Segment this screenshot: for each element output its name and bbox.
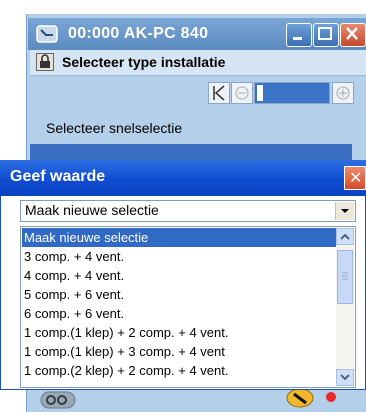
list-item[interactable]: 6 comp. + 6 vent. xyxy=(22,304,337,323)
key-icon[interactable] xyxy=(40,390,76,410)
chevron-up-icon xyxy=(340,233,350,240)
list-item[interactable]: 4 comp. + 4 vent. xyxy=(22,266,337,285)
chevron-down-icon xyxy=(340,374,350,381)
dropdown-value: Maak nieuwe selectie xyxy=(25,202,159,218)
background-window-titlebar[interactable]: 00:000 AK-PC 840 xyxy=(28,18,366,50)
dialog-title: Geef waarde xyxy=(10,168,106,185)
position-track[interactable] xyxy=(254,82,330,104)
minimize-icon xyxy=(293,37,302,40)
previous-button[interactable] xyxy=(231,82,253,104)
chevron-down-icon xyxy=(341,209,349,213)
first-button[interactable] xyxy=(208,82,230,104)
scroll-thumb[interactable] xyxy=(337,250,353,304)
close-button[interactable] xyxy=(340,23,366,47)
dropdown-arrow-button[interactable] xyxy=(335,202,354,220)
header-title: Selecteer type installatie xyxy=(62,54,226,70)
maximize-button[interactable] xyxy=(313,23,339,47)
maximize-icon xyxy=(318,27,332,40)
position-thumb[interactable] xyxy=(257,85,263,101)
value-dropdown[interactable]: Maak nieuwe selectie xyxy=(20,200,356,222)
previous-icon xyxy=(235,86,249,100)
lock-icon xyxy=(40,54,50,68)
window-title: 00:000 AK-PC 840 xyxy=(68,25,209,42)
wrench-icon[interactable] xyxy=(286,388,314,408)
list-item[interactable]: 1 comp.(1 klep) + 2 comp. + 4 vent. xyxy=(22,323,337,342)
dialog-close-button[interactable]: ✕ xyxy=(344,166,366,190)
installation-header: Selecteer type installatie xyxy=(30,50,366,76)
grip-icon xyxy=(342,272,348,280)
vertical-scrollbar[interactable] xyxy=(336,228,354,386)
list-item[interactable]: 1 comp.(1 klep) + 3 comp. + 4 vent xyxy=(22,342,337,361)
close-icon: ✕ xyxy=(349,170,363,187)
first-icon xyxy=(213,85,225,101)
options-list[interactable]: Maak nieuwe selectie 3 comp. + 4 vent. 4… xyxy=(20,226,356,388)
lock-button[interactable] xyxy=(36,53,54,71)
next-icon xyxy=(336,86,350,100)
dialog-titlebar[interactable]: Geef waarde xyxy=(0,160,366,196)
scroll-up-button[interactable] xyxy=(336,228,354,245)
close-icon xyxy=(346,27,358,40)
alarm-indicator xyxy=(326,392,336,402)
list-item[interactable]: 5 comp. + 6 vent. xyxy=(22,285,337,304)
list-item[interactable]: 3 comp. + 4 vent. xyxy=(22,247,337,266)
scroll-down-button[interactable] xyxy=(336,369,354,386)
quick-selection-label: Selecteer snelselectie xyxy=(46,120,183,136)
list-item[interactable]: 1 comp.(2 klep) + 2 comp. + 4 vent. xyxy=(22,361,337,380)
device-icon xyxy=(36,25,58,43)
next-button[interactable] xyxy=(332,82,354,104)
minimize-button[interactable] xyxy=(286,23,312,47)
list-item[interactable]: Maak nieuwe selectie xyxy=(22,228,337,247)
navigation-bar xyxy=(208,82,356,106)
